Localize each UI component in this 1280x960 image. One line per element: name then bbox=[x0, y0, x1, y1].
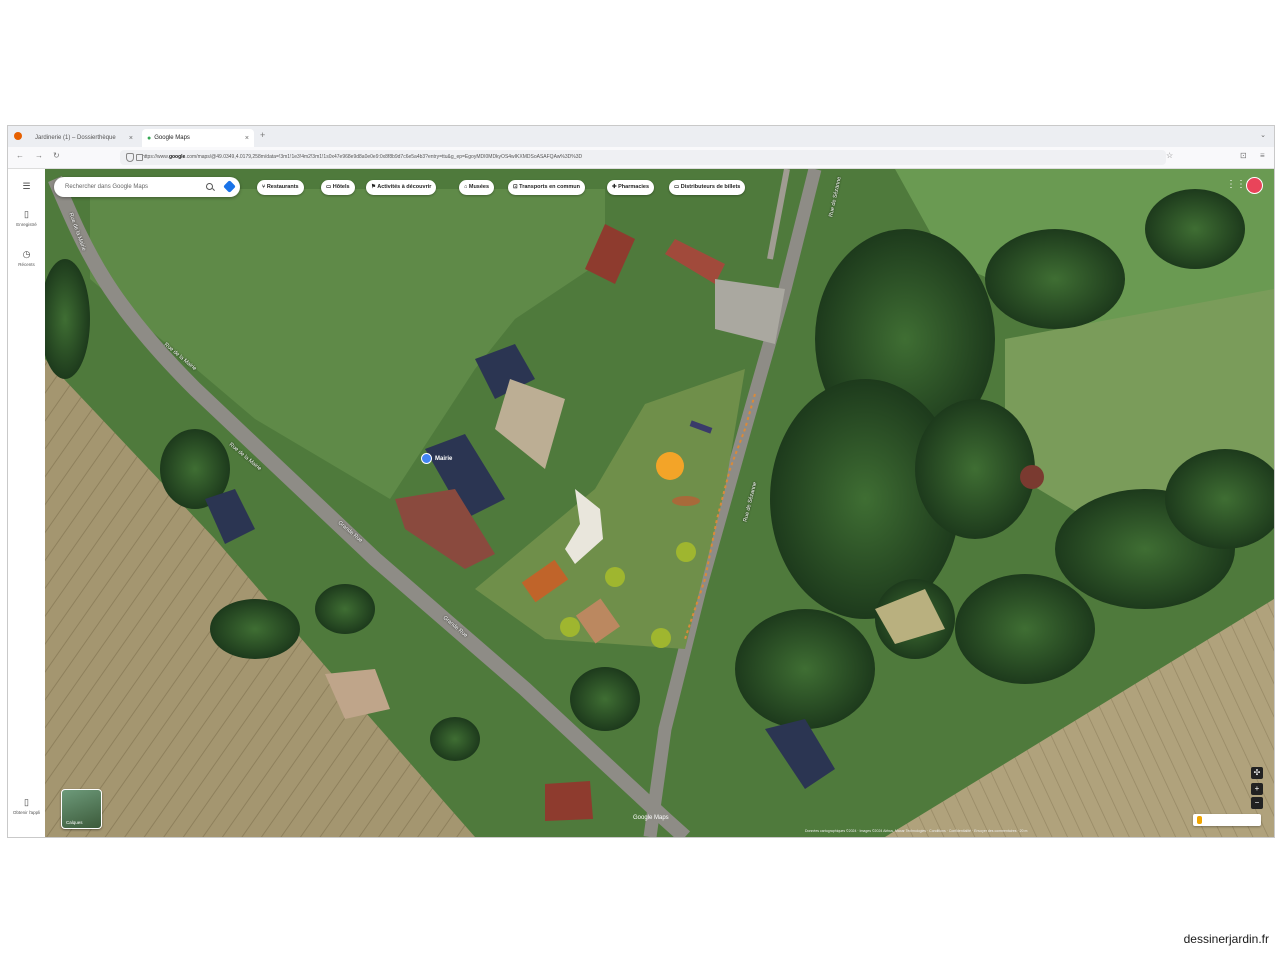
directions-icon[interactable] bbox=[223, 180, 236, 193]
search-placeholder: Rechercher dans Google Maps bbox=[65, 184, 149, 190]
chip-restaurants[interactable]: ⑂ Restaurants bbox=[257, 180, 304, 195]
menu-button[interactable]: ☰ bbox=[8, 181, 45, 194]
street-view-strip[interactable] bbox=[1193, 814, 1261, 826]
pegman-icon[interactable] bbox=[1197, 816, 1202, 824]
search-input[interactable]: Rechercher dans Google Maps bbox=[54, 177, 240, 197]
screenshot-frame: Jardinerie (1) – Dossierthèque × ● Googl… bbox=[7, 125, 1275, 838]
zoom-out-button[interactable]: − bbox=[1251, 797, 1263, 809]
town-hall-icon bbox=[421, 453, 432, 464]
url-host: google bbox=[168, 154, 186, 160]
avatar[interactable] bbox=[1246, 177, 1263, 194]
google-maps-watermark: Google Maps bbox=[633, 815, 669, 821]
get-app-button[interactable]: ▯ Obtenir l'appli bbox=[8, 797, 45, 815]
close-icon[interactable]: × bbox=[129, 135, 133, 142]
reload-icon[interactable]: ↻ bbox=[53, 151, 60, 160]
tab-bar: Jardinerie (1) – Dossierthèque × ● Googl… bbox=[8, 126, 1274, 147]
lock-icon[interactable] bbox=[136, 154, 143, 161]
chip-label: Musées bbox=[468, 184, 490, 190]
firefox-icon[interactable] bbox=[14, 132, 22, 140]
tab-label: Google Maps bbox=[154, 135, 190, 141]
extensions-icon[interactable]: ⊡ bbox=[1240, 151, 1247, 160]
satellite-map[interactable]: Rechercher dans Google Maps ⑂ Restaurant… bbox=[45, 169, 1274, 837]
bed-icon: ▭ bbox=[326, 184, 333, 190]
url-prefix: https://www. bbox=[142, 154, 169, 160]
chip-label: Pharmacies bbox=[618, 184, 650, 190]
place-pin[interactable]: Mairie bbox=[421, 453, 452, 464]
menu-icon[interactable]: ≡ bbox=[1260, 151, 1265, 160]
recent-label: Récents bbox=[18, 262, 35, 267]
url-bar[interactable]: https://www.google.com/maps/@49.0349,4.0… bbox=[120, 150, 1166, 165]
hamburger-icon: ☰ bbox=[22, 181, 31, 191]
shield-icon[interactable] bbox=[126, 153, 134, 162]
chip-pharmacies[interactable]: ✚ Pharmacies bbox=[607, 180, 655, 195]
site-credit: dessinerjardin.fr bbox=[1183, 932, 1269, 946]
satellite-imagery bbox=[45, 169, 1274, 837]
new-tab-button[interactable]: + bbox=[260, 130, 265, 140]
app-label: Obtenir l'appli bbox=[12, 810, 41, 815]
compass-icon[interactable]: ✣ bbox=[1251, 767, 1263, 779]
close-icon[interactable]: × bbox=[245, 135, 249, 142]
navigation-bar: ← → ↻ https://www.google.com/maps/@49.03… bbox=[8, 147, 1274, 169]
back-icon[interactable]: ← bbox=[16, 151, 24, 160]
phone-icon: ▯ bbox=[24, 797, 29, 807]
chip-museums[interactable]: ⌂ Musées bbox=[459, 180, 495, 195]
history-icon: ◷ bbox=[22, 249, 31, 259]
chip-label: Distributeurs de billets bbox=[680, 184, 741, 190]
chip-label: Activités à découvrir bbox=[377, 184, 432, 190]
chip-transit[interactable]: ⊡ Transports en commun bbox=[508, 180, 585, 195]
chip-activities[interactable]: ⚑ Activités à découvrir bbox=[366, 180, 437, 195]
forward-icon[interactable]: → bbox=[35, 151, 43, 160]
pin-label: Mairie bbox=[435, 455, 453, 462]
chip-label: Restaurants bbox=[266, 184, 299, 190]
search-icon[interactable] bbox=[206, 183, 213, 190]
tab-jardinerie[interactable]: Jardinerie (1) – Dossierthèque × bbox=[30, 129, 138, 147]
zoom-in-button[interactable]: + bbox=[1251, 783, 1263, 795]
url-path: .com/maps/@49.0349,4.0179,258m/data=!3m1… bbox=[185, 154, 583, 160]
chip-hotels[interactable]: ▭ Hôtels bbox=[321, 180, 355, 195]
maps-sidebar: ☰ ▯ Enregistré ◷ Récents ▯ Obtenir l'appli bbox=[8, 169, 46, 837]
bookmark-icon: ▯ bbox=[24, 209, 29, 219]
layers-toggle[interactable]: Calques bbox=[61, 789, 102, 829]
bookmark-star-icon[interactable]: ☆ bbox=[1166, 151, 1173, 160]
chip-label: Hôtels bbox=[332, 184, 350, 190]
apps-grid-icon[interactable]: ⋮⋮ bbox=[1226, 179, 1246, 190]
saved-label: Enregistré bbox=[16, 222, 37, 227]
chevron-down-icon[interactable]: ⌄ bbox=[1260, 131, 1266, 139]
chip-atms[interactable]: ▭ Distributeurs de billets bbox=[669, 180, 746, 195]
atm-icon: ▭ bbox=[674, 184, 681, 190]
recent-button[interactable]: ◷ Récents bbox=[8, 249, 45, 267]
chip-label: Transports en commun bbox=[519, 184, 580, 190]
maps-favicon-icon: ● bbox=[147, 134, 152, 142]
tab-google-maps[interactable]: ● Google Maps × bbox=[142, 129, 254, 147]
saved-button[interactable]: ▯ Enregistré bbox=[8, 209, 45, 227]
tab-label: Jardinerie (1) – Dossierthèque bbox=[35, 135, 116, 141]
map-attribution: Données cartographiques ©2024 · Images ©… bbox=[805, 829, 1028, 833]
layers-label: Calques bbox=[66, 820, 83, 825]
